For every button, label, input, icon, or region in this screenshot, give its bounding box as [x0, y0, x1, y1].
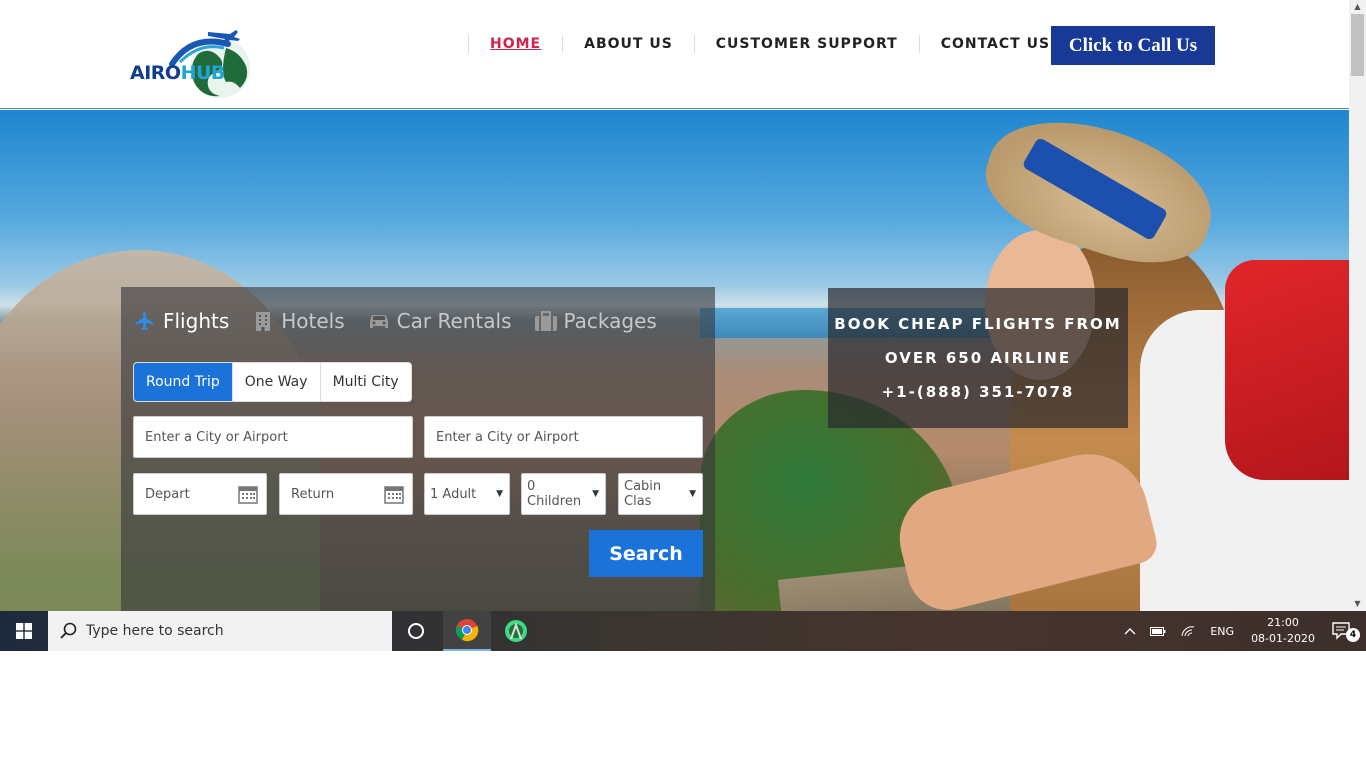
promo-line-1: BOOK CHEAP FLIGHTS FROM — [834, 315, 1122, 333]
browser-viewport: AIROHUB HOME ABOUT US CUSTOMER SUPPORT C… — [0, 0, 1366, 651]
taskbar-search-box[interactable]: Type here to search — [48, 611, 392, 651]
tab-hotels-label: Hotels — [281, 309, 345, 333]
children-select[interactable]: 0 Children ▼ — [521, 473, 606, 515]
tab-hotels[interactable]: Hotels — [251, 309, 345, 333]
nav-contact-us[interactable]: CONTACT US — [920, 36, 1071, 52]
origin-field[interactable] — [133, 416, 413, 458]
search-icon — [60, 622, 77, 639]
scroll-down-arrow-icon[interactable]: ▼ — [1349, 597, 1366, 611]
airohub-logo[interactable]: AIROHUB — [128, 24, 258, 106]
taskbar-clock[interactable]: 21:00 08-01-2020 — [1241, 615, 1325, 647]
search-flights-button[interactable]: Search — [589, 530, 703, 577]
destination-field[interactable] — [424, 416, 703, 458]
tab-flights-label: Flights — [163, 309, 230, 333]
taskbar-search-placeholder: Type here to search — [86, 623, 224, 639]
adults-select[interactable]: 1 Adult ▼ — [424, 473, 510, 515]
promo-phone[interactable]: +1-(888) 351-7078 — [882, 375, 1075, 409]
logo-text-airo: AIRO — [130, 62, 181, 84]
battery-icon[interactable] — [1143, 626, 1173, 636]
promo-line-2: OVER 650 AIRLINE — [884, 349, 1072, 367]
depart-date-field[interactable] — [133, 473, 267, 515]
scrollbar-thumb[interactable] — [1351, 14, 1364, 76]
origin-input[interactable] — [134, 417, 412, 457]
android-studio-taskbar-button[interactable] — [492, 611, 540, 651]
task-view-button[interactable] — [392, 611, 440, 651]
cabin-class-select[interactable]: Cabin Clas ▼ — [618, 473, 703, 515]
dropdown-arrow-icon: ▼ — [689, 489, 696, 499]
trip-type-selector: Round Trip One Way Multi City — [133, 362, 412, 402]
nav-home[interactable]: HOME — [469, 36, 562, 52]
trip-multi-city[interactable]: Multi City — [320, 363, 411, 401]
show-hidden-icons-chevron-icon[interactable] — [1117, 627, 1143, 635]
hero-traveler-backpack — [1225, 260, 1349, 480]
nav-about-us[interactable]: ABOUT US — [563, 36, 694, 52]
calendar-icon[interactable] — [238, 484, 258, 504]
chrome-taskbar-button[interactable] — [443, 611, 491, 651]
calendar-icon[interactable] — [384, 484, 404, 504]
return-date-field[interactable] — [279, 473, 413, 515]
nav-customer-support[interactable]: CUSTOMER SUPPORT — [695, 36, 919, 52]
site-header: AIROHUB HOME ABOUT US CUSTOMER SUPPORT C… — [0, 0, 1349, 109]
android-studio-icon — [505, 620, 527, 642]
page-scrollbar[interactable]: ▲ ▼ — [1349, 0, 1366, 611]
scroll-up-arrow-icon[interactable]: ▲ — [1349, 0, 1366, 14]
destination-input[interactable] — [425, 417, 702, 457]
language-indicator[interactable]: ENG — [1203, 625, 1241, 638]
clock-date: 08-01-2020 — [1251, 632, 1315, 645]
children-value: 0 Children — [527, 479, 582, 509]
airplane-icon — [133, 309, 157, 333]
clock-time: 21:00 — [1267, 616, 1299, 629]
logo-text-hub: HUB — [180, 62, 226, 84]
action-center-button[interactable]: 4 — [1325, 622, 1366, 642]
cabin-class-value: Cabin Clas — [624, 479, 662, 509]
main-nav: HOME ABOUT US CUSTOMER SUPPORT CONTACT U… — [468, 33, 1073, 55]
tab-packages[interactable]: Packages — [534, 309, 657, 333]
building-icon — [251, 309, 275, 333]
logo-text: AIROHUB — [130, 62, 225, 84]
windows-logo-icon — [16, 623, 32, 639]
tab-flights[interactable]: Flights — [133, 309, 229, 333]
tab-car-rentals-label: Car Rentals — [396, 309, 512, 333]
product-tabs: Flights Hotels Car Rentals Packages — [133, 309, 679, 333]
tab-car-rentals[interactable]: Car Rentals — [367, 309, 512, 333]
trip-one-way[interactable]: One Way — [232, 363, 321, 401]
booking-widget: Flights Hotels Car Rentals Packages Roun… — [121, 287, 715, 611]
dropdown-arrow-icon: ▼ — [496, 489, 503, 499]
tab-packages-label: Packages — [563, 309, 657, 333]
chrome-icon — [455, 619, 479, 642]
dropdown-arrow-icon: ▼ — [592, 489, 599, 499]
wifi-icon[interactable] — [1173, 625, 1203, 637]
trip-round-trip[interactable]: Round Trip — [134, 363, 233, 401]
system-tray: ENG 21:00 08-01-2020 4 — [1117, 611, 1366, 651]
cortana-circle-icon — [408, 623, 424, 639]
promo-box: BOOK CHEAP FLIGHTS FROM OVER 650 AIRLINE… — [828, 288, 1128, 428]
suitcase-icon — [534, 309, 558, 333]
call-us-button[interactable]: Click to Call Us — [1051, 26, 1215, 65]
adults-value: 1 Adult — [430, 486, 477, 502]
car-icon — [367, 309, 391, 333]
start-button[interactable] — [0, 611, 48, 651]
windows-taskbar: Type here to search ENG 21:00 08-01-2020 — [0, 611, 1366, 651]
notification-count-badge: 4 — [1346, 628, 1360, 642]
